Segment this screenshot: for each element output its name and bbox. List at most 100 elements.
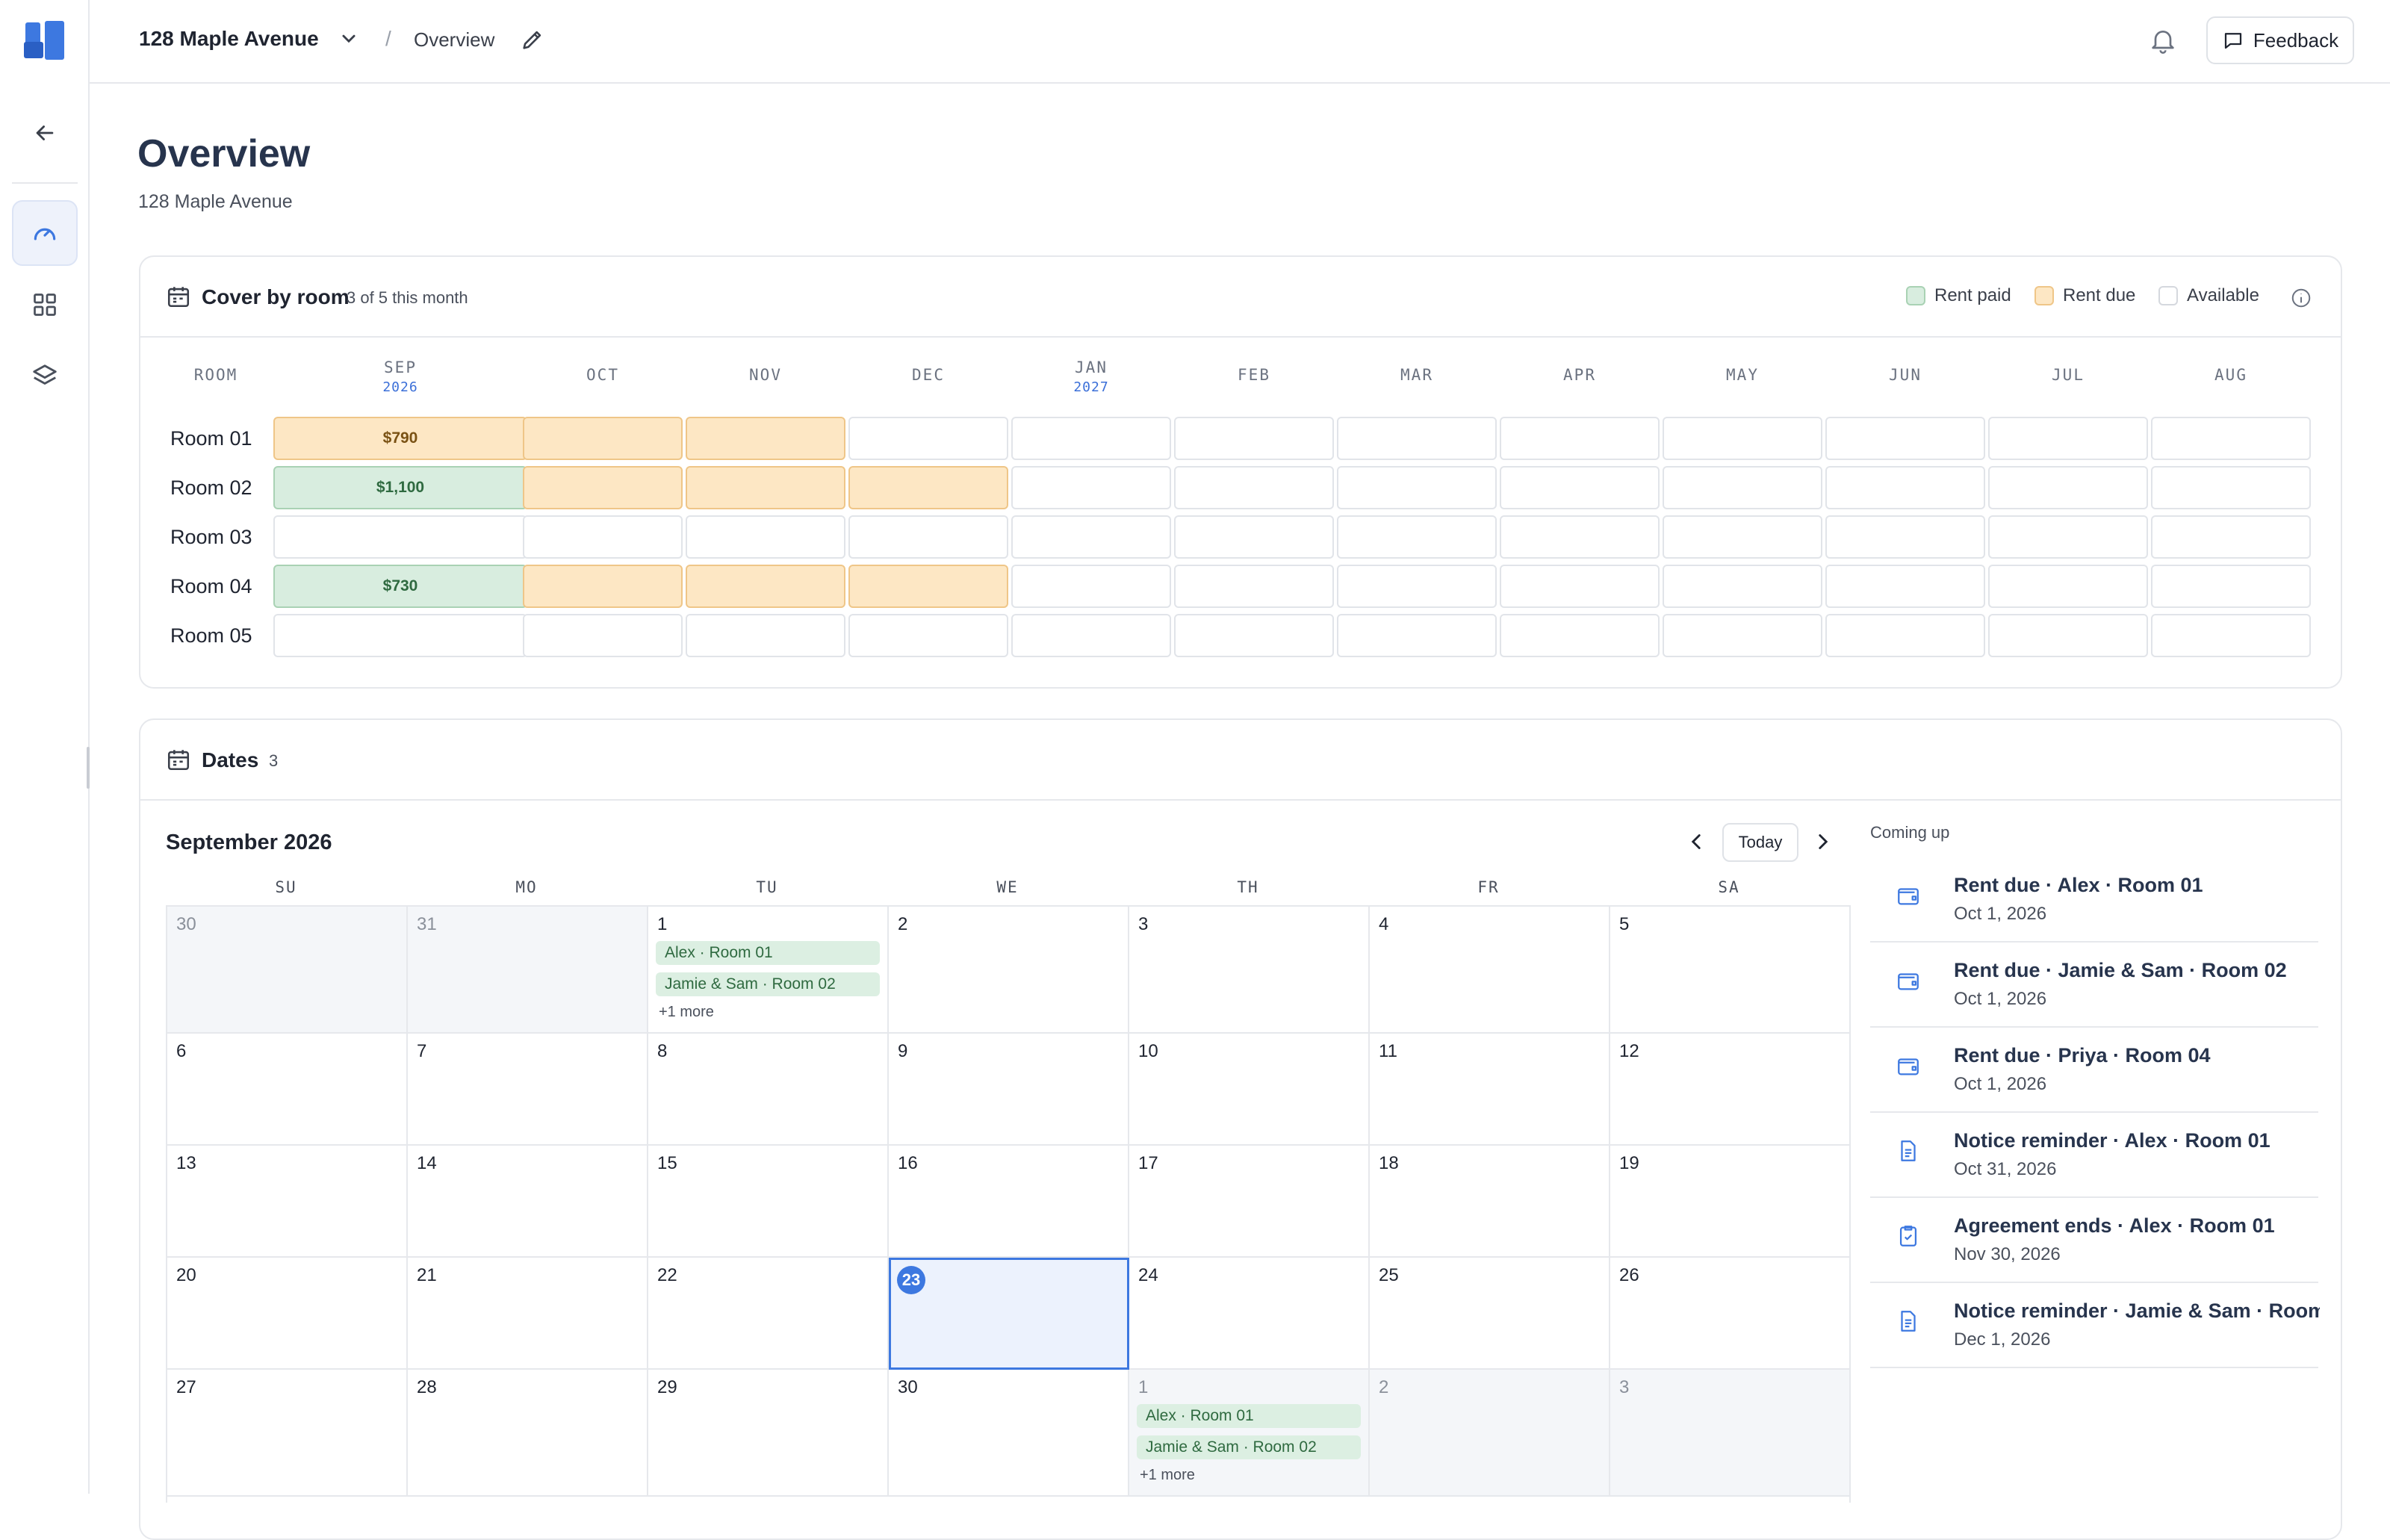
calendar-day[interactable]: 14 bbox=[408, 1146, 648, 1258]
calendar-day-today[interactable]: 23 bbox=[889, 1258, 1129, 1370]
calendar-event[interactable]: Alex · Room 01 bbox=[1137, 1404, 1361, 1428]
calendar-day[interactable]: 5 bbox=[1610, 907, 1851, 1034]
calendar-day[interactable]: 31 bbox=[408, 907, 648, 1034]
cover-cell-available[interactable] bbox=[523, 515, 683, 559]
more-events-link[interactable]: +1 more bbox=[1140, 1467, 1195, 1484]
calendar-day[interactable]: 27 bbox=[167, 1370, 408, 1497]
pencil-icon[interactable] bbox=[520, 27, 545, 52]
calendar-day[interactable]: 15 bbox=[648, 1146, 889, 1258]
cover-cell-available[interactable] bbox=[2151, 565, 2311, 608]
calendar-day[interactable]: 16 bbox=[889, 1146, 1129, 1258]
cover-cell-available[interactable] bbox=[1174, 614, 1334, 657]
cover-cell-available[interactable] bbox=[1825, 565, 1985, 608]
cover-cell-available[interactable] bbox=[273, 515, 527, 559]
cover-cell-available[interactable] bbox=[1663, 565, 1822, 608]
calendar-day[interactable]: 19 bbox=[1610, 1146, 1851, 1258]
cover-cell-available[interactable] bbox=[1337, 565, 1497, 608]
cover-cell-due[interactable] bbox=[523, 417, 683, 460]
cover-cell-available[interactable] bbox=[273, 614, 527, 657]
cover-cell-available[interactable] bbox=[2151, 614, 2311, 657]
calendar-day[interactable]: 4 bbox=[1370, 907, 1610, 1034]
property-selector[interactable]: 128 Maple Avenue bbox=[139, 27, 319, 51]
chevron-right-icon[interactable] bbox=[1810, 829, 1836, 854]
cover-cell-available[interactable] bbox=[1500, 565, 1660, 608]
cover-cell-available[interactable] bbox=[523, 614, 683, 657]
cover-cell-available[interactable] bbox=[1988, 565, 2148, 608]
cover-cell-due[interactable] bbox=[686, 417, 845, 460]
calendar-day[interactable]: 3 bbox=[1610, 1370, 1851, 1497]
cover-cell-available[interactable] bbox=[1825, 614, 1985, 657]
cover-cell-available[interactable] bbox=[1337, 417, 1497, 460]
cover-cell-available[interactable] bbox=[2151, 515, 2311, 559]
calendar-event[interactable]: Alex · Room 01 bbox=[656, 941, 880, 965]
cover-cell-due[interactable] bbox=[686, 565, 845, 608]
cover-cell-available[interactable] bbox=[1174, 466, 1334, 509]
nav-layers[interactable] bbox=[12, 344, 78, 409]
cover-cell-available[interactable] bbox=[1825, 466, 1985, 509]
cover-cell-available[interactable] bbox=[1988, 466, 2148, 509]
cover-cell-due[interactable] bbox=[686, 466, 845, 509]
chevron-down-icon[interactable] bbox=[336, 25, 361, 51]
cover-cell-available[interactable] bbox=[1337, 614, 1497, 657]
cover-cell-available[interactable] bbox=[1663, 614, 1822, 657]
calendar-day[interactable]: 1 Alex · Room 01 Jamie & Sam · Room 02 +1 m… bbox=[1129, 1370, 1370, 1497]
cover-cell-due[interactable] bbox=[523, 565, 683, 608]
chevron-left-icon[interactable] bbox=[1683, 829, 1709, 854]
coming-up-item[interactable]: Notice reminder · Jamie & Sam · Room 02 D… bbox=[1870, 1283, 2320, 1368]
cover-cell-available[interactable] bbox=[1663, 417, 1822, 460]
bell-icon[interactable] bbox=[2148, 25, 2178, 55]
cover-cell-available[interactable] bbox=[1500, 515, 1660, 559]
calendar-event[interactable]: Jamie & Sam · Room 02 bbox=[656, 972, 880, 996]
nav-grid[interactable] bbox=[12, 272, 78, 338]
back-button[interactable] bbox=[12, 100, 78, 166]
cover-cell-available[interactable] bbox=[1988, 614, 2148, 657]
cover-cell-due[interactable] bbox=[523, 466, 683, 509]
app-logo-icon[interactable] bbox=[24, 19, 66, 61]
calendar-day[interactable]: 6 bbox=[167, 1034, 408, 1146]
cover-cell-available[interactable] bbox=[1174, 565, 1334, 608]
today-button[interactable]: Today bbox=[1722, 823, 1798, 862]
cover-cell-available[interactable] bbox=[848, 515, 1008, 559]
cover-cell-available[interactable] bbox=[1011, 565, 1171, 608]
cover-cell-available[interactable] bbox=[2151, 417, 2311, 460]
calendar-day[interactable]: 1 Alex · Room 01 Jamie & Sam · Room 02 +1 m… bbox=[648, 907, 889, 1034]
calendar-day[interactable]: 17 bbox=[1129, 1146, 1370, 1258]
cover-cell-available[interactable] bbox=[1825, 417, 1985, 460]
calendar-day[interactable]: 11 bbox=[1370, 1034, 1610, 1146]
coming-up-item[interactable]: Rent due · Jamie & Sam · Room 02 Oct 1, 2… bbox=[1870, 943, 2318, 1028]
cover-cell-available[interactable] bbox=[1663, 466, 1822, 509]
calendar-day[interactable]: 10 bbox=[1129, 1034, 1370, 1146]
coming-up-item[interactable]: Rent due · Priya · Room 04 Oct 1, 2026 bbox=[1870, 1028, 2318, 1113]
cover-cell-available[interactable] bbox=[686, 515, 845, 559]
cover-cell-available[interactable] bbox=[1174, 515, 1334, 559]
calendar-day[interactable]: 12 bbox=[1610, 1034, 1851, 1146]
calendar-day[interactable]: 8 bbox=[648, 1034, 889, 1146]
cover-cell-due[interactable] bbox=[848, 466, 1008, 509]
feedback-button[interactable]: Feedback bbox=[2206, 16, 2354, 64]
nav-dashboard[interactable] bbox=[12, 200, 78, 266]
cover-cell-available[interactable] bbox=[1337, 466, 1497, 509]
coming-up-item[interactable]: Agreement ends · Alex · Room 01 Nov 30, 2… bbox=[1870, 1198, 2318, 1283]
calendar-day[interactable]: 9 bbox=[889, 1034, 1129, 1146]
calendar-day[interactable]: 7 bbox=[408, 1034, 648, 1146]
info-icon[interactable] bbox=[2290, 287, 2312, 309]
cover-cell-available[interactable] bbox=[1174, 417, 1334, 460]
calendar-day[interactable]: 28 bbox=[408, 1370, 648, 1497]
cover-cell-paid[interactable]: $1,100 bbox=[273, 466, 527, 509]
calendar-day[interactable]: 21 bbox=[408, 1258, 648, 1370]
rail-resize-handle[interactable] bbox=[87, 747, 90, 789]
calendar-day[interactable]: 24 bbox=[1129, 1258, 1370, 1370]
cover-cell-available[interactable] bbox=[1663, 515, 1822, 559]
coming-up-item[interactable]: Rent due · Alex · Room 01 Oct 1, 2026 bbox=[1870, 857, 2318, 943]
calendar-day[interactable]: 2 bbox=[1370, 1370, 1610, 1497]
calendar-day[interactable]: 30 bbox=[889, 1370, 1129, 1497]
cover-cell-available[interactable] bbox=[1337, 515, 1497, 559]
cover-cell-paid[interactable]: $730 bbox=[273, 565, 527, 608]
cover-cell-available[interactable] bbox=[1011, 466, 1171, 509]
calendar-day[interactable]: 20 bbox=[167, 1258, 408, 1370]
cover-cell-available[interactable] bbox=[848, 614, 1008, 657]
calendar-day[interactable]: 22 bbox=[648, 1258, 889, 1370]
cover-cell-available[interactable] bbox=[1011, 515, 1171, 559]
cover-cell-available[interactable] bbox=[1988, 417, 2148, 460]
cover-cell-available[interactable] bbox=[848, 417, 1008, 460]
